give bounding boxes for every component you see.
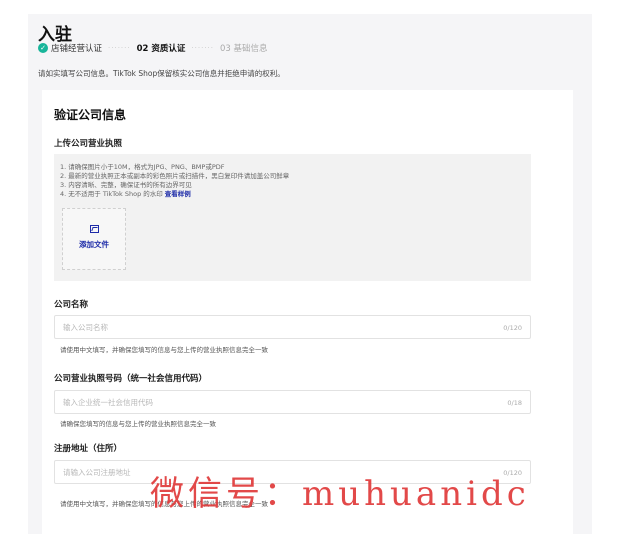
upload-area: 1. 请确保图片小于10M，格式为JPG、PNG、BMP或PDF 2. 最新的营… <box>54 154 531 281</box>
card-title: 验证公司信息 <box>54 108 127 122</box>
step-3-label: 03 基础信息 <box>219 44 268 54</box>
step-1-label: 店铺经营认证 <box>51 44 103 54</box>
add-file-label: 添加文件 <box>79 240 109 249</box>
requirement-text: 4. 无不适用于 TikTok Shop 的水印 <box>60 190 163 198</box>
check-circle-icon: ✓ <box>38 43 48 53</box>
step-separator: ······· <box>191 44 214 52</box>
step-separator: ······· <box>108 44 131 52</box>
license-number-label: 公司营业执照号码（统一社会信用代码） <box>54 374 208 384</box>
view-example-link[interactable]: 查看样例 <box>165 190 191 198</box>
requirement-item: 4. 无不适用于 TikTok Shop 的水印 查看样例 <box>60 188 191 198</box>
license-number-input[interactable] <box>55 391 530 413</box>
license-number-field[interactable]: 0/18 <box>54 390 531 414</box>
company-name-label: 公司名称 <box>54 300 89 310</box>
char-counter: 0/18 <box>507 399 522 407</box>
company-name-hint: 请使用中文填写，并确保您填写的信息与您上传的营业执照信息完全一致 <box>60 346 268 354</box>
company-name-field[interactable]: 0/120 <box>54 315 531 339</box>
image-icon <box>89 225 99 233</box>
page-panel: 入驻 ✓ 店铺经营认证 ······· 02 资质认证 ······· 03 基… <box>28 14 592 534</box>
watermark-overlay: 微信号：muhuanidc <box>150 474 530 514</box>
upload-license-label: 上传公司营业执照 <box>54 139 123 149</box>
add-file-button[interactable]: 添加文件 <box>62 208 126 270</box>
notice-text: 请如实填写公司信息。TikTok Shop保留核实公司信息并拒绝申请的权利。 <box>38 69 285 78</box>
registered-address-label: 注册地址（住所） <box>54 444 123 454</box>
step-2-label: 02 资质认证 <box>136 44 186 54</box>
progress-steps: ✓ 店铺经营认证 ······· 02 资质认证 ······· 03 基础信息 <box>38 42 268 54</box>
char-counter: 0/120 <box>503 324 522 332</box>
license-number-hint: 请确保您填写的信息与您上传的营业执照信息完全一致 <box>60 420 216 428</box>
company-name-input[interactable] <box>55 316 530 338</box>
